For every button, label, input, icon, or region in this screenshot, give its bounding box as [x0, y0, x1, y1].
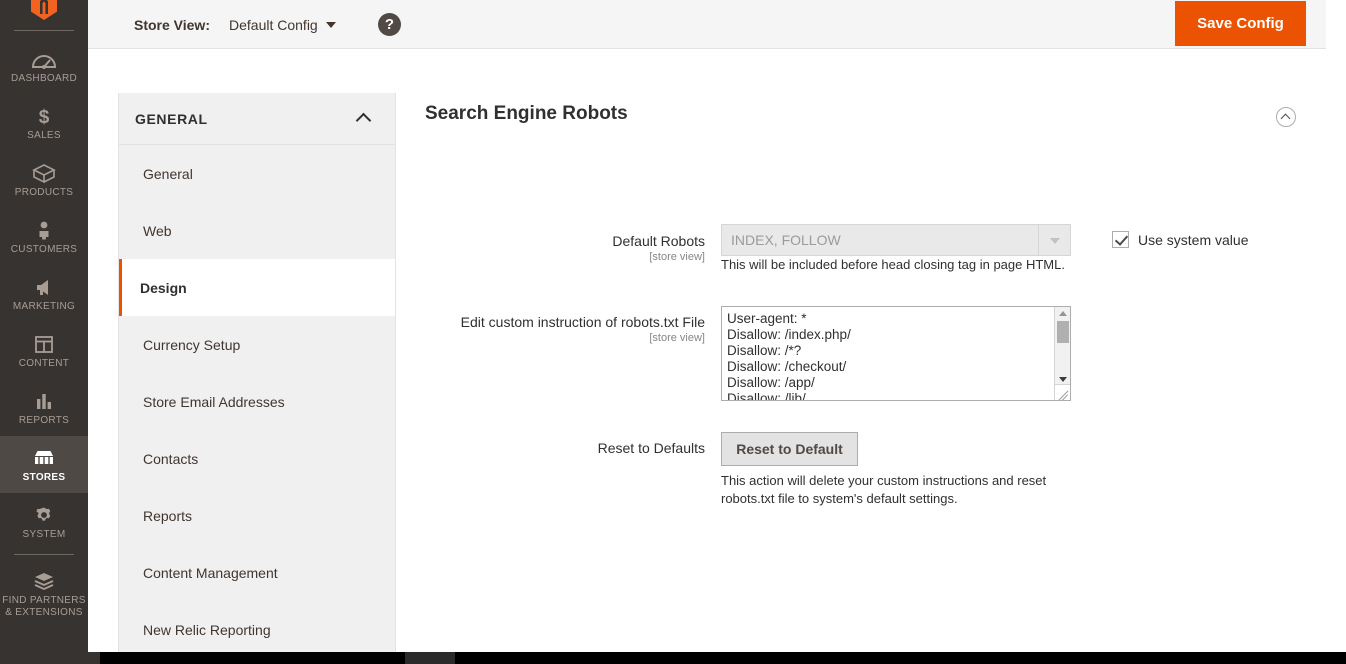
bottom-strip-segment-mid [405, 652, 455, 664]
config-nav-section-title: GENERAL [135, 110, 208, 127]
magento-logo[interactable] [0, 0, 88, 22]
sidebar-item-content[interactable]: CONTENT [0, 322, 88, 379]
admin-page: DASHBOARD $ SALES PRODUCTS CUSTOMERS MAR… [0, 0, 1346, 664]
sidebar-item-label: CUSTOMERS [10, 244, 78, 255]
config-nav-item-content-management[interactable]: Content Management [119, 544, 395, 601]
box-icon [2, 160, 86, 186]
megaphone-icon [2, 274, 86, 300]
default-robots-value: INDEX, FOLLOW [731, 232, 841, 248]
sidebar-item-label: MARKETING [12, 301, 76, 312]
reset-label-block: Reset to Defaults [424, 440, 705, 456]
robots-txt-label-block: Edit custom instruction of robots.txt Fi… [424, 314, 705, 344]
chevron-down-icon [325, 22, 336, 28]
default-robots-label-block: Default Robots [store view] [424, 233, 705, 263]
sidebar-item-find-partners-extensions[interactable]: FIND PARTNERS & EXTENSIONS [0, 559, 88, 628]
sidebar-item-label-line2: & EXTENSIONS [5, 607, 83, 618]
reset-to-default-note: This action will delete your custom inst… [721, 473, 1047, 506]
textarea-resize-handle[interactable] [1054, 384, 1070, 400]
dollar-sign-icon: $ [2, 103, 86, 129]
store-view-value: Default Config [229, 17, 318, 33]
config-nav-item-reports[interactable]: Reports [119, 487, 395, 544]
bar-chart-icon [2, 388, 86, 414]
dashboard-gauge-icon [2, 46, 86, 72]
magento-logo-icon [31, 0, 57, 20]
sidebar-item-system[interactable]: SYSTEM [0, 493, 88, 550]
chevron-up-icon [355, 112, 372, 129]
config-nav-item-label: Content Management [143, 564, 278, 581]
default-robots-note: This will be included before head closin… [721, 257, 1065, 272]
sidebar-item-sales[interactable]: $ SALES [0, 94, 88, 151]
page-topbar: Store View: Default Config ? Save Config [88, 0, 1326, 49]
scroll-down-arrow-icon[interactable] [1059, 377, 1067, 382]
question-mark-icon[interactable]: ? [378, 13, 401, 36]
sidebar-item-label: SALES [27, 130, 61, 141]
config-nav-item-label: Store Email Addresses [143, 393, 285, 410]
bottom-strip-segment-left [0, 652, 100, 664]
bottom-strip [0, 652, 1346, 664]
sidebar-item-customers[interactable]: CUSTOMERS [0, 208, 88, 265]
sidebar-divider-bottom [14, 554, 74, 555]
robots-txt-textarea[interactable]: User-agent: * Disallow: /index.php/ Disa… [721, 306, 1071, 401]
sidebar-item-label: CONTENT [18, 358, 70, 369]
config-nav-panel: GENERAL General Web Design Currency Setu… [118, 93, 396, 658]
sidebar-item-products[interactable]: PRODUCTS [0, 151, 88, 208]
sidebar-item-label: SYSTEM [22, 529, 66, 540]
store-view-label: Store View: [134, 17, 210, 33]
main-content: Search Engine Robots Default Robots [sto… [424, 93, 1324, 506]
config-nav-section-general[interactable]: GENERAL [119, 93, 395, 145]
config-nav-item-label: Web [143, 222, 172, 239]
sidebar-divider-top [14, 30, 74, 31]
sidebar-item-reports[interactable]: REPORTS [0, 379, 88, 436]
config-nav-item-currency-setup[interactable]: Currency Setup [119, 316, 395, 373]
layout-panels-icon [2, 331, 86, 357]
sidebar-item-label: STORES [22, 472, 66, 483]
sidebar-item-marketing[interactable]: MARKETING [0, 265, 88, 322]
admin-sidebar: DASHBOARD $ SALES PRODUCTS CUSTOMERS MAR… [0, 0, 88, 652]
sidebar-item-dashboard[interactable]: DASHBOARD [0, 37, 88, 94]
config-nav-item-general[interactable]: General [119, 145, 395, 202]
config-nav-item-contacts[interactable]: Contacts [119, 430, 395, 487]
config-nav-item-label: Contacts [143, 450, 199, 467]
default-robots-label: Default Robots [612, 233, 705, 249]
sidebar-item-label-line1: FIND PARTNERS [2, 595, 86, 606]
sidebar-item-stores[interactable]: STORES [0, 436, 88, 493]
default-robots-select[interactable]: INDEX, FOLLOW [721, 224, 1071, 256]
sidebar-item-label: REPORTS [18, 415, 70, 426]
sidebar-item-label: DASHBOARD [10, 73, 78, 84]
robots-txt-value: User-agent: * Disallow: /index.php/ Disa… [727, 311, 851, 401]
config-nav-item-web[interactable]: Web [119, 202, 395, 259]
scroll-up-arrow-icon[interactable] [1059, 311, 1067, 316]
use-system-value-checkbox[interactable] [1112, 231, 1129, 248]
reset-to-defaults-label: Reset to Defaults [597, 440, 705, 456]
reset-to-default-button[interactable]: Reset to Default [721, 432, 858, 466]
scrollbar-thumb[interactable] [1057, 321, 1069, 343]
sidebar-item-label: PRODUCTS [14, 187, 74, 198]
storefront-icon [2, 445, 86, 471]
circle-chevron-up-icon[interactable] [1276, 107, 1296, 127]
stacked-blocks-icon [2, 568, 86, 594]
gear-icon [2, 502, 86, 528]
robots-txt-label: Edit custom instruction of robots.txt Fi… [460, 314, 705, 330]
config-nav-item-label: Reports [143, 507, 193, 524]
chevron-down-icon [1038, 225, 1070, 255]
config-nav-item-new-relic-reporting[interactable]: New Relic Reporting [119, 601, 395, 658]
config-nav-item-label: Design [140, 279, 187, 296]
use-system-value-toggle[interactable]: Use system value [1112, 231, 1248, 248]
save-config-button[interactable]: Save Config [1175, 1, 1306, 46]
robots-txt-scope: [store view] [649, 332, 705, 344]
config-nav-item-label: General [143, 165, 193, 182]
person-icon [2, 217, 86, 243]
config-nav-item-label: New Relic Reporting [143, 621, 271, 638]
config-nav-item-design[interactable]: Design [119, 259, 395, 316]
svg-text:$: $ [39, 107, 50, 127]
config-nav-item-label: Currency Setup [143, 336, 241, 353]
page-title: Search Engine Robots [425, 103, 628, 124]
chevron-up-glyph [1280, 113, 1291, 124]
store-view-switcher[interactable]: Default Config [229, 17, 336, 33]
default-robots-scope: [store view] [649, 251, 705, 263]
section-header-search-engine-robots: Search Engine Robots [424, 93, 1324, 143]
use-system-value-label: Use system value [1138, 231, 1249, 248]
config-nav-item-store-email-addresses[interactable]: Store Email Addresses [119, 373, 395, 430]
